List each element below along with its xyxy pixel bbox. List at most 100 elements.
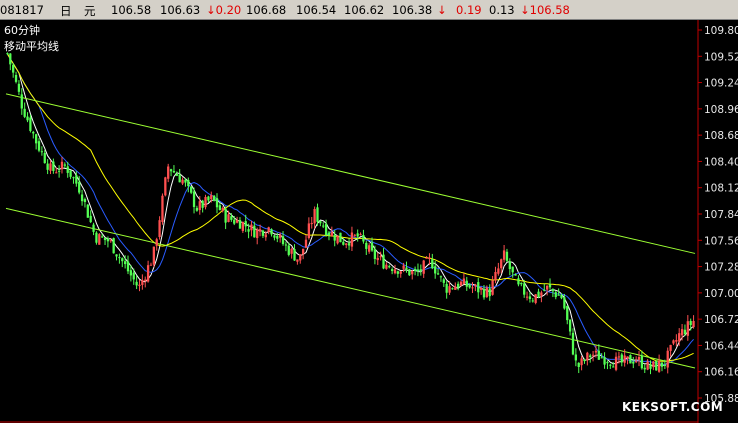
candle-body	[175, 173, 178, 176]
candle-body	[164, 177, 167, 196]
candle-body	[250, 224, 253, 231]
period-label: 日	[60, 4, 72, 18]
instrument-code: 081817	[0, 3, 44, 17]
candle-body	[307, 223, 311, 239]
y-tick-label: 107.00	[704, 288, 738, 300]
candle-body	[465, 280, 468, 287]
candle-body	[126, 261, 130, 272]
candle-body	[488, 288, 491, 297]
candle-body	[505, 251, 509, 261]
candle-body	[106, 238, 110, 242]
candle-body	[614, 356, 618, 370]
ma-short-line	[6, 53, 694, 367]
quote-value: 0.13	[489, 3, 515, 17]
candle-body	[112, 238, 115, 254]
candle-body	[115, 254, 118, 257]
candle-body	[118, 257, 121, 259]
candle-body	[345, 243, 348, 245]
candle-body	[121, 258, 124, 262]
candle-body	[540, 292, 543, 296]
candle-body	[201, 200, 204, 208]
quote-value: 106.38	[392, 3, 433, 17]
candle-body	[23, 108, 26, 117]
candle-body	[557, 294, 560, 296]
candle-body	[221, 207, 224, 211]
candle-body	[411, 271, 414, 275]
ma-mid-line	[6, 53, 694, 366]
candle-body	[233, 219, 236, 224]
candle-body	[454, 286, 457, 290]
candle-body	[617, 356, 621, 358]
candle-body	[270, 229, 273, 235]
candle-body	[368, 245, 371, 252]
candle-body	[9, 53, 12, 65]
quote-value: 106.58	[111, 3, 152, 17]
candle-body	[198, 201, 201, 211]
y-tick-label: 107.28	[704, 262, 738, 274]
candle-body	[92, 224, 95, 232]
candle-body	[72, 177, 75, 179]
indicator-label: 移动平均线	[4, 40, 59, 53]
candle-body	[612, 366, 615, 368]
candle-body	[169, 169, 173, 172]
candle-body	[267, 227, 270, 232]
candle-body	[500, 259, 503, 269]
candle-body	[215, 198, 219, 208]
candle-body	[141, 280, 144, 285]
candle-body	[40, 151, 44, 153]
candle-body	[477, 282, 480, 293]
candle-body	[637, 356, 641, 360]
candle-body	[34, 134, 38, 144]
candle-body	[436, 273, 440, 275]
quote-value: 106.54	[296, 3, 337, 17]
candle-body	[98, 234, 101, 245]
y-tick-label: 109.52	[704, 51, 738, 63]
candle-body	[101, 236, 104, 238]
candle-body	[261, 230, 265, 236]
candle-body	[238, 220, 242, 229]
candle-body	[333, 234, 336, 241]
candle-body	[167, 166, 170, 179]
candle-body	[14, 74, 18, 82]
candle-body	[655, 360, 658, 371]
candle-body	[224, 208, 227, 223]
candle-body	[290, 248, 293, 254]
channel-lower-line	[5, 207, 696, 369]
candle-body	[52, 161, 55, 171]
candle-body	[597, 350, 600, 360]
candle-body	[129, 270, 133, 276]
candle-body	[12, 64, 15, 73]
candle-body	[600, 357, 603, 359]
candle-body	[577, 362, 580, 367]
chart-period-label: 60分钟	[4, 24, 40, 37]
candle-body	[413, 268, 417, 271]
candle-body	[683, 329, 687, 335]
quote-value: ↓106.58	[520, 3, 570, 17]
candle-body	[256, 229, 259, 239]
candle-body	[83, 199, 87, 203]
candle-body	[342, 241, 345, 245]
candle-body	[301, 248, 305, 255]
candle-body	[230, 216, 233, 220]
candle-body	[29, 117, 32, 131]
candle-body	[390, 269, 394, 271]
trend-channel	[5, 93, 696, 369]
candle-body	[537, 291, 540, 297]
candle-body	[629, 354, 632, 364]
candle-body	[479, 287, 483, 290]
candle-body	[574, 354, 578, 361]
candle-body	[86, 204, 89, 218]
candle-body	[497, 268, 500, 274]
candle-body	[362, 235, 365, 242]
candle-body	[468, 284, 471, 288]
candle-body	[78, 181, 81, 193]
candle-body	[336, 235, 339, 244]
candle-body	[324, 223, 328, 236]
candle-body	[445, 283, 448, 293]
candle-body	[46, 163, 49, 170]
candle-body	[666, 350, 669, 368]
candle-body	[646, 361, 649, 370]
candle-body	[152, 246, 155, 265]
candle-body	[247, 229, 250, 232]
candle-body	[60, 161, 64, 170]
